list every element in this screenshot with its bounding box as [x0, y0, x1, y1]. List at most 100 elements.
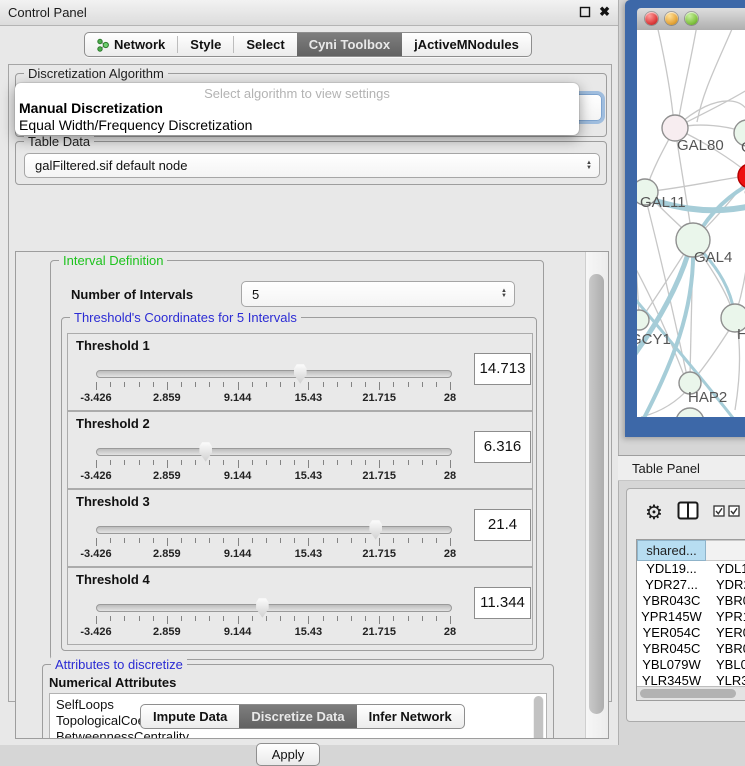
- bottom-node[interactable]: [676, 408, 704, 417]
- network-view-window: GAL80GACGAL11GAL4GCY1HHAP2: [625, 0, 745, 437]
- table-cell[interactable]: YBR0: [706, 641, 745, 657]
- algorithm-option[interactable]: Manual Discretization: [19, 100, 163, 116]
- algorithm-option[interactable]: Equal Width/Frequency Discretization: [19, 117, 252, 133]
- slider-tick: [422, 538, 423, 543]
- table-cell[interactable]: YER0: [706, 625, 745, 641]
- stepper-arrows-icon[interactable]: ▲▼: [586, 161, 592, 171]
- split-columns-icon[interactable]: [677, 501, 699, 525]
- slider-tick-label: 9.144: [224, 470, 252, 482]
- table-cell[interactable]: YPR1: [706, 609, 745, 625]
- slider-tick-label: -3.426: [80, 470, 111, 482]
- bottom-tab-discretize-data[interactable]: Discretize Data: [239, 705, 356, 728]
- slider-tick-label: 9.144: [224, 392, 252, 404]
- threshold-slider-thumb[interactable]: [255, 597, 270, 618]
- threshold-value-field[interactable]: 21.4: [474, 509, 531, 541]
- slider-tick: [252, 382, 253, 387]
- threshold-slider-track[interactable]: [96, 526, 452, 534]
- tab-jactivemnodules[interactable]: jActiveMNodules: [402, 33, 531, 56]
- slider-tick: [153, 460, 154, 465]
- close-traffic-icon[interactable]: [645, 12, 658, 25]
- close-window-icon[interactable]: ✖: [599, 4, 610, 20]
- table-horizontal-scrollbar[interactable]: [637, 686, 745, 700]
- table-cell[interactable]: YDL19...: [637, 561, 706, 577]
- slider-tick: [110, 616, 111, 621]
- slider-tick: [280, 538, 281, 543]
- tab-style[interactable]: Style: [178, 33, 233, 56]
- tab-label: Impute Data: [153, 709, 227, 724]
- slider-tick: [323, 538, 324, 543]
- minimize-traffic-icon[interactable]: [665, 12, 678, 25]
- attributes-group-label: Attributes to discretize: [51, 657, 187, 672]
- table-cell[interactable]: YPR145W: [637, 609, 706, 625]
- table-cell[interactable]: YDR2: [706, 577, 745, 593]
- apply-button[interactable]: Apply: [256, 743, 320, 766]
- table-row[interactable]: YDL19...YDL1: [637, 561, 745, 577]
- tab-select[interactable]: Select: [234, 33, 296, 56]
- slider-tick: [337, 616, 338, 621]
- slider-tick: [195, 460, 196, 465]
- slider-tick: [181, 616, 182, 621]
- table-cell[interactable]: YBL0: [706, 657, 745, 673]
- slider-tick-label: 28: [444, 548, 456, 560]
- threshold-slider-thumb[interactable]: [368, 519, 383, 540]
- tab-label: jActiveMNodules: [414, 37, 519, 52]
- network-canvas[interactable]: GAL80GACGAL11GAL4GCY1HHAP2: [637, 30, 745, 417]
- float-window-icon[interactable]: [579, 6, 591, 18]
- settings-scroll-panel: Interval Definition Number of Intervals …: [15, 251, 609, 739]
- slider-tick: [294, 616, 295, 621]
- threshold-title: Threshold 2: [76, 416, 150, 431]
- column-header[interactable]: shared...: [637, 540, 706, 561]
- checkbox-icon[interactable]: [728, 504, 740, 522]
- slider-tick: [238, 382, 239, 390]
- gear-icon[interactable]: ⚙: [645, 503, 663, 523]
- table-row[interactable]: YBL079WYBL0: [637, 657, 745, 673]
- threshold-value-field[interactable]: 11.344: [474, 587, 531, 619]
- threshold-slider-track[interactable]: [96, 370, 452, 378]
- threshold-value-field[interactable]: 6.316: [474, 431, 531, 463]
- threshold-slider-thumb[interactable]: [293, 363, 308, 384]
- slider-tick: [323, 382, 324, 387]
- threshold-slider-track[interactable]: [96, 604, 452, 612]
- table-cell[interactable]: YDL1: [706, 561, 745, 577]
- table-row[interactable]: YBR045CYBR0: [637, 641, 745, 657]
- threshold-value-field[interactable]: 14.713: [474, 353, 531, 385]
- threshold-slider-track[interactable]: [96, 448, 452, 456]
- tab-cyni-toolbox[interactable]: Cyni Toolbox: [297, 33, 402, 56]
- settings-scrollbar-thumb[interactable]: [589, 274, 604, 714]
- table-data-select[interactable]: galFiltered.sif default node ▲▼: [24, 153, 600, 178]
- table-cell[interactable]: YBR045C: [637, 641, 706, 657]
- table-cell[interactable]: YBR043C: [637, 593, 706, 609]
- column-header[interactable]: na: [706, 540, 745, 561]
- zoom-traffic-icon[interactable]: [685, 12, 698, 25]
- table-cell[interactable]: YBR0: [706, 593, 745, 609]
- settings-scrollbar[interactable]: [585, 252, 608, 738]
- bottom-tab-infer-network[interactable]: Infer Network: [357, 705, 464, 728]
- bottom-tab-impute-data[interactable]: Impute Data: [141, 705, 239, 728]
- table-row[interactable]: YDR27...YDR2: [637, 577, 745, 593]
- slider-tick-label: -3.426: [80, 548, 111, 560]
- slider-tick: [450, 460, 451, 468]
- table-cell[interactable]: YDR27...: [637, 577, 706, 593]
- attribute-list-item[interactable]: BetweennessCentrality: [50, 729, 546, 739]
- table-cell[interactable]: YER054C: [637, 625, 706, 641]
- threshold-slider-thumb[interactable]: [198, 441, 213, 462]
- slider-tick: [110, 538, 111, 543]
- num-intervals-select[interactable]: 5 ▲▼: [241, 281, 515, 307]
- table-row[interactable]: YPR145WYPR1: [637, 609, 745, 625]
- checkbox-icon[interactable]: [713, 504, 725, 522]
- slider-tick-label: 21.715: [362, 626, 396, 638]
- attributes-scrollbar[interactable]: [533, 696, 544, 739]
- slider-tick: [181, 538, 182, 543]
- slider-tick-label: 15.43: [295, 626, 323, 638]
- stepper-arrows-icon[interactable]: ▲▼: [501, 289, 507, 299]
- table-row[interactable]: YBR043CYBR0: [637, 593, 745, 609]
- slider-tick: [450, 382, 451, 390]
- slider-tick: [238, 538, 239, 546]
- slider-tick: [195, 538, 196, 543]
- table-cell[interactable]: YBL079W: [637, 657, 706, 673]
- slider-tick: [96, 382, 97, 390]
- slider-tick-label: 15.43: [295, 470, 323, 482]
- table-row[interactable]: YER054CYER0: [637, 625, 745, 641]
- tab-network[interactable]: Network: [85, 33, 177, 56]
- slider-tick: [422, 382, 423, 387]
